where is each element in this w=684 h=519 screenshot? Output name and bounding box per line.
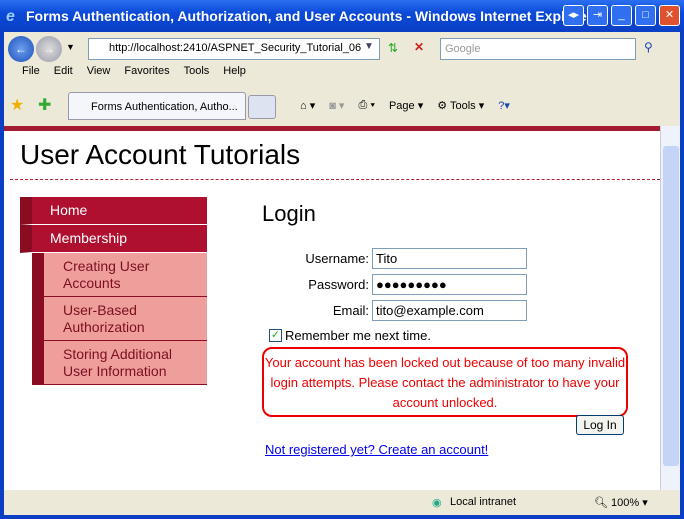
tab-active[interactable]: Forms Authentication, Autho... [68, 92, 246, 120]
username-label: Username: [305, 251, 369, 266]
new-tab-button[interactable] [248, 95, 276, 119]
register-link[interactable]: Not registered yet? Create an account! [265, 442, 488, 457]
remember-checkbox[interactable]: ✓ [269, 329, 282, 342]
menu-view[interactable]: View [87, 65, 111, 77]
window-title: Forms Authentication, Authorization, and… [26, 8, 593, 24]
page-menu[interactable]: Page ▾ [389, 99, 423, 112]
nav-home[interactable]: Home [20, 197, 207, 225]
intranet-icon: ◉ [432, 497, 442, 509]
password-label: Password: [308, 277, 369, 292]
browser-chrome: ← → ▼ http://localhost:2410/ASPNET_Secur… [4, 32, 680, 126]
add-favorite-icon[interactable]: ✚ [38, 95, 51, 115]
flip-icon[interactable]: ◂▸ [563, 5, 584, 26]
username-input[interactable]: Tito [372, 248, 527, 269]
tools-menu[interactable]: ⚙ Tools ▾ [437, 99, 484, 112]
menu-favorites[interactable]: Favorites [124, 65, 169, 77]
maximize-button[interactable]: □ [635, 5, 656, 26]
nav-creating-user-accounts[interactable]: Creating User Accounts [32, 253, 207, 297]
back-button[interactable]: ← [8, 36, 34, 62]
help-icon[interactable]: ?▾ [498, 99, 510, 112]
email-label: Email: [332, 303, 369, 318]
login-heading: Login [262, 201, 316, 226]
zoom-level: 100% [611, 497, 640, 509]
tools-label: Tools [449, 100, 476, 112]
vertical-scrollbar[interactable] [660, 126, 680, 490]
nav-user-based-authorization[interactable]: User-Based Authorization [32, 297, 207, 341]
favorites-star-icon[interactable]: ★ [10, 95, 24, 115]
tab-title: Forms Authentication, Autho... [91, 101, 238, 113]
url-text: http://localhost:2410/ASPNET_Security_Tu… [109, 42, 362, 54]
menu-file[interactable]: File [22, 65, 40, 77]
address-bar[interactable]: http://localhost:2410/ASPNET_Security_Tu… [88, 38, 380, 60]
history-dropdown-icon[interactable]: ▼ [66, 42, 75, 52]
refresh-icon[interactable]: ⇅ [388, 41, 398, 55]
nav-membership[interactable]: Membership [20, 225, 207, 253]
search-input[interactable]: Google [440, 38, 636, 60]
ie-icon: e [6, 8, 15, 25]
lockout-error-message: Your account has been locked out because… [262, 347, 628, 417]
search-icon[interactable]: ⚲ [644, 40, 653, 54]
restore-tab-icon[interactable]: ⇥ [587, 5, 608, 26]
email-input[interactable]: tito@example.com [372, 300, 527, 321]
site-title: User Account Tutorials [20, 139, 301, 170]
menu-help[interactable]: Help [223, 65, 246, 77]
close-button[interactable]: ✕ [659, 5, 680, 26]
status-bar: ◉ Local intranet 🔍︎ 100% ▾ [4, 490, 680, 515]
nav-storing-additional-info[interactable]: Storing Additional User Information [32, 341, 207, 385]
search-placeholder: Google [445, 43, 481, 55]
divider [10, 179, 660, 180]
page-label: Page [388, 100, 415, 112]
login-button[interactable]: Log In [576, 415, 624, 435]
forward-button[interactable]: → [36, 36, 62, 62]
zone-label: Local intranet [450, 496, 517, 508]
remember-label: Remember me next time. [285, 328, 431, 343]
sidebar: Home Membership Creating User Accounts U… [20, 197, 207, 385]
menu-bar: File Edit View Favorites Tools Help [22, 65, 246, 77]
scroll-thumb[interactable] [663, 146, 679, 466]
home-icon[interactable]: ⌂ ▾ [300, 99, 315, 112]
feeds-icon[interactable]: ◙ ▾ [329, 99, 344, 112]
zoom-control[interactable]: 🔍︎ 100% ▾ [594, 496, 648, 509]
minimize-button[interactable]: _ [611, 5, 632, 26]
print-icon[interactable]: ⎙ ▾ [358, 99, 374, 112]
page-content: User Account Tutorials Home Membership C… [4, 126, 660, 490]
menu-edit[interactable]: Edit [54, 65, 73, 77]
menu-tools[interactable]: Tools [184, 65, 210, 77]
stop-icon[interactable]: ✕ [414, 40, 424, 54]
address-dropdown-icon[interactable]: ▼ [364, 41, 374, 52]
password-input[interactable]: ●●●●●●●●● [372, 274, 527, 295]
